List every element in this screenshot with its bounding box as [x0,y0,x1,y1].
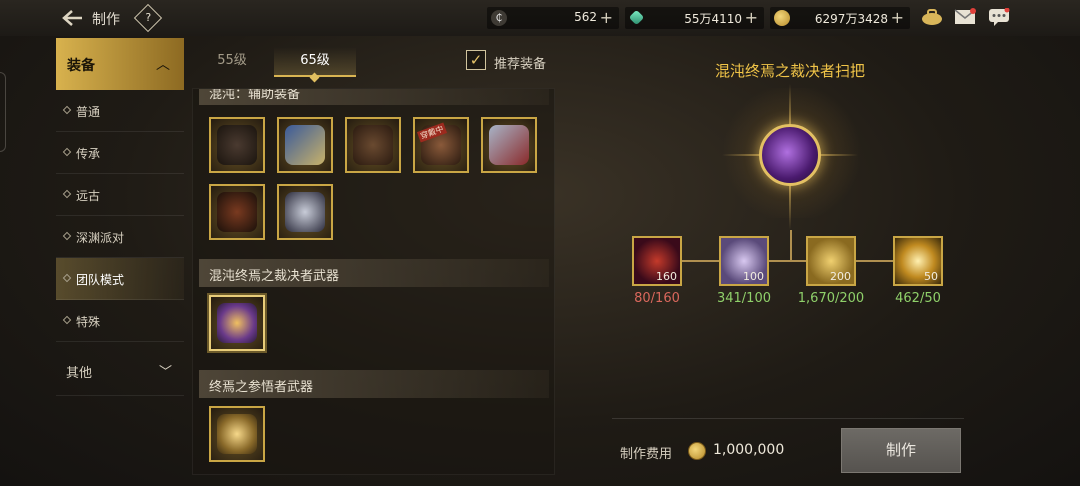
tab-level-55[interactable]: 55级 [198,47,266,77]
diamond-bullet-icon [62,105,72,115]
material-owned-count: 80/160 [634,291,680,306]
sidebar-item-other[interactable]: 其他 ﹀ [56,342,184,396]
side-drawer-handle[interactable] [0,72,6,152]
item-art [217,192,257,232]
active-tab-marker-icon [309,72,320,83]
target-item-name: 混沌终焉之裁决者扫把 [714,62,865,80]
tree-connector [790,230,792,260]
section-header: 混沌：辅助装备 [199,88,549,105]
sidebar-header-label: 装备 [67,58,95,74]
gold-coin-icon [688,442,706,460]
gold-currency: 6297万3428 + [770,7,910,29]
material-slot[interactable]: 160 [632,236,682,286]
recommend-checkbox[interactable]: ✓ [466,50,486,70]
item-art [285,192,325,232]
diamond-bullet-icon [62,189,72,199]
section-header: 混沌终焉之裁决者武器 [199,259,549,287]
sidebar-item-label: 团队模式 [76,273,125,287]
section-title: 混沌：辅助装备 [209,88,301,102]
fee-value: 1,000,000 [713,442,785,458]
category-sidebar: 装备 ︿ 普通 传承 远古 深渊派对 团队模式 特殊 其他 ﹀ [56,38,184,396]
sidebar-item-label: 深渊派对 [76,231,125,245]
item-art [489,125,529,165]
item-slot[interactable] [345,117,401,173]
gold-currency-value: 6297万3428 [814,12,888,26]
chat-icon[interactable] [988,7,1010,26]
recommend-label: 推荐装备 [494,57,547,72]
c-currency-add-button[interactable]: + [600,8,613,27]
section-header: 终焉之参悟者武器 [199,370,549,398]
sidebar-item-ancient[interactable]: 远古 [56,174,184,216]
sidebar-item-label: 普通 [76,105,101,119]
item-slot[interactable] [209,184,265,240]
chevron-up-icon: ︿ [156,57,170,73]
item-slot[interactable] [277,117,333,173]
tab-label: 65级 [300,53,330,68]
gem-currency-value: 55万4110 [684,12,742,26]
section-title: 终焉之参悟者武器 [209,380,314,395]
craft-button[interactable]: 制作 [841,428,961,473]
material-required-qty: 160 [656,270,677,283]
page-title: 制作 [92,12,120,28]
sidebar-header-equipment[interactable]: 装备 ︿ [56,38,184,90]
diamond-bullet-icon [62,231,72,241]
gem-currency-add-button[interactable]: + [745,8,758,27]
sidebar-item-label: 特殊 [76,315,101,329]
item-art [353,125,393,165]
material-slot[interactable]: 200 [806,236,856,286]
sidebar-item-normal[interactable]: 普通 [56,90,184,132]
sidebar-item-abyss-party[interactable]: 深渊派对 [56,216,184,258]
material-required-qty: 100 [743,270,764,283]
mail-icon[interactable] [954,8,976,26]
gem-icon [628,9,645,26]
help-button[interactable]: ? [133,3,163,33]
diamond-bullet-icon [62,315,72,325]
item-list-panel[interactable]: 混沌：辅助装备 穿戴中 混沌终焉之裁决者武器 终焉之参悟者武器 [192,88,555,475]
bag-icon[interactable] [921,8,943,26]
sidebar-item-label: 远古 [76,189,101,203]
help-label: ? [145,11,152,25]
item-slot[interactable]: 穿戴中 [413,117,469,173]
sidebar-item-label: 传承 [76,147,101,161]
item-art [217,125,257,165]
diamond-bullet-icon [62,147,72,157]
item-slot[interactable] [277,184,333,240]
material-required-qty: 200 [830,270,851,283]
checkmark-icon: ✓ [469,51,483,69]
gold-coin-icon [774,10,790,26]
sidebar-item-special[interactable]: 特殊 [56,300,184,342]
divider [612,418,964,419]
material-owned-count: 341/100 [716,291,771,306]
diamond-bullet-icon [62,273,72,283]
sidebar-other-label: 其他 [66,366,93,381]
c-currency: ₵ 562 + [487,7,619,29]
material-slot[interactable]: 50 [893,236,943,286]
item-slot-selected[interactable] [209,295,265,351]
material-owned-count: 462/50 [895,291,941,306]
gold-currency-add-button[interactable]: + [891,8,904,27]
target-item-icon[interactable] [759,124,821,186]
c-currency-value: 562 [574,10,597,24]
chevron-down-icon: ﹀ [158,365,172,380]
gem-currency: 55万4110 + [625,7,764,29]
tree-connector [682,260,895,262]
material-owned-count: 1,670/200 [797,291,865,306]
item-slot[interactable] [481,117,537,173]
top-bar: 制作 ? ₵ 562 + 55万4110 + 6297万3428 + [0,0,1080,36]
c-coin-icon: ₵ [491,10,507,26]
fee-label: 制作费用 [620,447,673,462]
material-required-qty: 50 [924,270,938,283]
item-slot[interactable] [209,117,265,173]
tab-level-65[interactable]: 65级 [274,47,356,83]
sidebar-item-raid-mode[interactable]: 团队模式 [56,258,184,300]
item-art [217,303,257,343]
section-title: 混沌终焉之裁决者武器 [209,269,340,284]
item-art [217,414,257,454]
back-arrow-icon[interactable] [60,8,84,28]
item-art [285,125,325,165]
item-slot[interactable] [209,406,265,462]
material-slot[interactable]: 100 [719,236,769,286]
sidebar-item-legacy[interactable]: 传承 [56,132,184,174]
